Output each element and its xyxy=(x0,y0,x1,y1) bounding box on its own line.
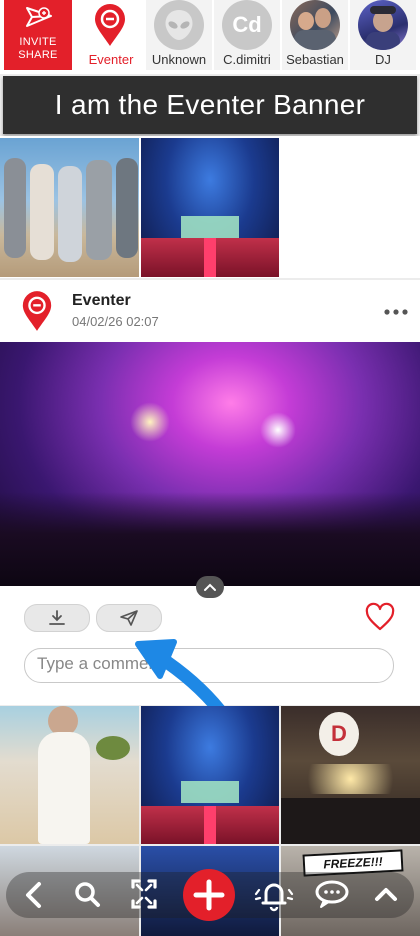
search-icon[interactable] xyxy=(68,872,108,918)
notification-bell-icon[interactable] xyxy=(254,872,294,918)
collapse-up-icon[interactable] xyxy=(196,576,224,598)
story-label: Eventer xyxy=(88,52,134,67)
avatar xyxy=(290,0,340,50)
balloon-letter: D xyxy=(331,721,347,746)
story-label: DJ xyxy=(375,52,391,67)
like-heart-icon[interactable] xyxy=(364,602,396,632)
fullscreen-icon[interactable] xyxy=(124,872,164,918)
more-options-icon[interactable] xyxy=(382,302,410,322)
bottom-nav xyxy=(6,869,414,921)
post-date: 04/02/26 02:07 xyxy=(72,314,159,329)
story-c-dimitri[interactable]: Cd C.dimitri xyxy=(214,0,280,70)
story-label: Sebastian xyxy=(286,52,344,67)
story-sebastian[interactable]: Sebastian xyxy=(282,0,348,70)
post-author[interactable]: Eventer xyxy=(72,292,131,310)
story-label: C.dimitri xyxy=(223,52,271,67)
balloon: D xyxy=(319,712,359,756)
collapse-up-icon[interactable] xyxy=(366,872,406,918)
photo-tile-party-balloons[interactable]: D xyxy=(281,706,420,844)
avatar-initials: Cd xyxy=(222,0,272,50)
story-eventer[interactable]: Eventer xyxy=(78,0,144,70)
banner[interactable]: I am the Eventer Banner xyxy=(3,76,417,134)
story-label: Unknown xyxy=(151,52,207,67)
avatar xyxy=(358,0,408,50)
add-icon xyxy=(193,879,225,911)
share-button[interactable] xyxy=(96,604,162,632)
eventer-logo-icon xyxy=(22,291,52,331)
eventer-logo-icon xyxy=(95,4,125,46)
chat-icon[interactable] xyxy=(312,872,352,918)
download-button[interactable] xyxy=(24,604,90,632)
story-unknown[interactable]: Unknown xyxy=(146,0,212,70)
photo-tile-arena[interactable] xyxy=(141,706,279,844)
post-photo-concert[interactable] xyxy=(0,342,420,586)
invite-share-button[interactable]: INVITE SHARE xyxy=(4,0,72,70)
download-icon xyxy=(49,610,65,625)
back-icon[interactable] xyxy=(14,872,54,918)
paper-plane-icon xyxy=(26,7,52,27)
story-dj[interactable]: DJ xyxy=(350,0,416,70)
add-button[interactable] xyxy=(183,869,235,921)
photo-tile-arena[interactable] xyxy=(141,138,279,277)
invite-share-label: INVITE SHARE xyxy=(18,36,58,61)
photo-tile-group[interactable] xyxy=(0,138,139,277)
photo-tile-wedding[interactable] xyxy=(0,706,139,844)
alien-icon xyxy=(154,0,204,50)
stories-row: INVITE SHARE Eventer Unknown Cd C.dimitri xyxy=(0,0,420,74)
send-icon xyxy=(120,610,138,626)
